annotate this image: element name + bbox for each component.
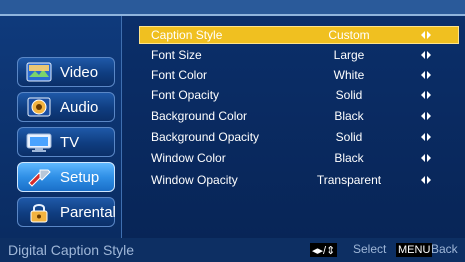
menu-key-badge: MENU [396, 243, 433, 257]
tv-icon [26, 131, 52, 153]
menu-item-setup[interactable]: Setup [17, 162, 115, 192]
setup-icon [26, 166, 52, 188]
setting-label: Background Opacity [151, 130, 260, 144]
menu-label-tv: TV [60, 133, 80, 151]
left-right-arrow-icon[interactable] [420, 174, 432, 186]
left-right-arrow-icon[interactable] [420, 29, 432, 41]
settings-frame: Video Audio TV Setup Parental Caption St… [0, 16, 465, 238]
setting-caption-style[interactable]: Caption Style Custom [139, 26, 459, 44]
setting-label: Caption Style [151, 28, 223, 42]
setting-label: Background Color [151, 109, 248, 123]
audio-icon [26, 96, 52, 118]
menu-label-parental: Parental [60, 203, 116, 221]
back-hint-label: Back [431, 242, 458, 256]
bottom-title: Digital Caption Style [8, 242, 135, 258]
left-menu-panel: Video Audio TV Setup Parental [0, 16, 122, 238]
setting-value: White [333, 68, 365, 82]
select-keys-hint: ◂▸/⇕ [310, 243, 338, 257]
setting-value: Black [334, 151, 364, 165]
setting-font-opacity[interactable]: Font Opacity Solid [139, 86, 459, 104]
setting-label: Window Color [151, 151, 226, 165]
setting-value: Custom [328, 28, 370, 42]
setting-font-size[interactable]: Font Size Large [139, 46, 459, 64]
menu-item-tv[interactable]: TV [17, 127, 115, 157]
video-icon [26, 61, 52, 83]
bottom-status-bar: Digital Caption Style ◂▸/⇕ Select MENU B… [0, 238, 465, 262]
left-right-arrow-icon[interactable] [420, 49, 432, 61]
menu-item-parental[interactable]: Parental [17, 197, 116, 227]
select-hint-label: Select [353, 242, 387, 256]
top-band [0, 0, 465, 16]
setting-value: Solid [335, 130, 363, 144]
setting-label: Window Opacity [151, 173, 238, 187]
menu-label-audio: Audio [60, 98, 99, 116]
menu-item-video[interactable]: Video [17, 57, 115, 87]
setting-background-opacity[interactable]: Background Opacity Solid [139, 128, 459, 146]
menu-item-audio[interactable]: Audio [17, 92, 115, 122]
setting-window-color[interactable]: Window Color Black [139, 149, 459, 167]
parental-icon [26, 201, 52, 223]
left-right-arrow-icon[interactable] [420, 89, 432, 101]
menu-label-setup: Setup [60, 168, 100, 186]
setting-label: Font Size [151, 48, 202, 62]
left-right-arrow-icon[interactable] [420, 110, 432, 122]
left-right-arrow-icon[interactable] [420, 152, 432, 164]
setting-window-opacity[interactable]: Window Opacity Transparent [139, 171, 459, 189]
setting-font-color[interactable]: Font Color White [139, 66, 459, 84]
setting-label: Font Opacity [151, 88, 220, 102]
setting-value: Black [334, 109, 364, 123]
setting-label: Font Color [151, 68, 208, 82]
left-right-arrow-icon[interactable] [420, 69, 432, 81]
setting-value: Large [333, 48, 365, 62]
left-right-arrow-icon[interactable] [420, 131, 432, 143]
menu-label-video: Video [60, 63, 99, 81]
setting-value: Transparent [316, 173, 382, 187]
setting-value: Solid [335, 88, 363, 102]
setting-background-color[interactable]: Background Color Black [139, 107, 459, 125]
